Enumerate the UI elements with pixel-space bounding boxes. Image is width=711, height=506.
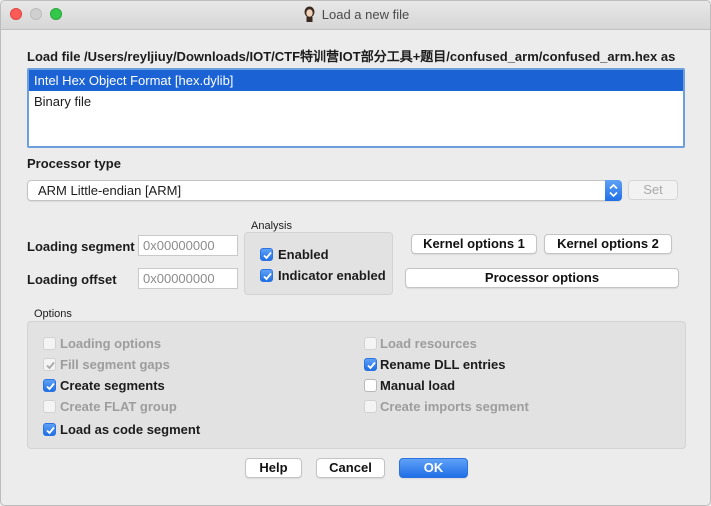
options-group-title: Options bbox=[34, 308, 72, 320]
window-title: Load a new file bbox=[321, 7, 410, 22]
fill-segment-gaps-checkbox[interactable] bbox=[43, 358, 56, 371]
format-item-binary[interactable]: Binary file bbox=[29, 91, 683, 112]
processor-type-select[interactable]: ARM Little-endian [ARM] bbox=[27, 180, 622, 201]
load-file-dialog: Load a new file Load file /Users/reyljiu… bbox=[0, 0, 711, 506]
create-segments-label: Create segments bbox=[60, 378, 165, 393]
create-flat-group-label: Create FLAT group bbox=[60, 399, 177, 414]
analysis-group bbox=[244, 232, 393, 295]
chevron-updown-icon[interactable] bbox=[605, 180, 622, 201]
create-flat-group-checkbox[interactable] bbox=[43, 400, 56, 413]
analysis-enabled-checkbox[interactable] bbox=[260, 248, 273, 261]
manual-load-checkbox[interactable] bbox=[364, 379, 377, 392]
processor-options-button[interactable]: Processor options bbox=[405, 268, 679, 288]
create-imports-segment-checkbox[interactable] bbox=[364, 400, 377, 413]
ok-button[interactable]: OK bbox=[399, 458, 468, 478]
ida-app-icon bbox=[304, 6, 315, 22]
checkmark-icon bbox=[263, 272, 272, 281]
load-as-code-segment-checkbox[interactable] bbox=[43, 423, 56, 436]
load-file-label: Load file /Users/reyljiuy/Downloads/IOT/… bbox=[27, 49, 676, 64]
checkmark-icon bbox=[46, 361, 55, 370]
create-segments-checkbox[interactable] bbox=[43, 379, 56, 392]
analysis-enabled-label: Enabled bbox=[278, 247, 329, 262]
create-imports-segment-label: Create imports segment bbox=[380, 399, 529, 414]
indicator-enabled-checkbox[interactable] bbox=[260, 269, 273, 282]
load-as-code-segment-label: Load as code segment bbox=[60, 422, 201, 437]
processor-type-label: Processor type bbox=[27, 156, 121, 171]
loading-segment-field[interactable]: 0x00000000 bbox=[138, 235, 238, 256]
format-item-intel-hex[interactable]: Intel Hex Object Format [hex.dylib] bbox=[29, 70, 683, 91]
checkmark-icon bbox=[46, 382, 55, 391]
indicator-enabled-label: Indicator enabled bbox=[278, 268, 386, 283]
loading-options-checkbox[interactable] bbox=[43, 337, 56, 350]
checkmark-icon bbox=[263, 251, 272, 260]
fill-segment-gaps-label: Fill segment gaps bbox=[60, 357, 170, 372]
file-format-list[interactable]: Intel Hex Object Format [hex.dylib] Bina… bbox=[27, 68, 685, 148]
set-processor-button[interactable]: Set bbox=[628, 180, 678, 200]
loading-options-label: Loading options bbox=[60, 336, 162, 351]
checkmark-icon bbox=[46, 426, 55, 435]
kernel-options-1-button[interactable]: Kernel options 1 bbox=[411, 234, 537, 254]
manual-load-label: Manual load bbox=[380, 378, 456, 393]
cancel-button[interactable]: Cancel bbox=[316, 458, 385, 478]
rename-dll-entries-label: Rename DLL entries bbox=[380, 357, 506, 372]
kernel-options-2-button[interactable]: Kernel options 2 bbox=[544, 234, 672, 254]
title-bar[interactable]: Load a new file bbox=[1, 1, 710, 30]
rename-dll-entries-checkbox[interactable] bbox=[364, 358, 377, 371]
analysis-group-title: Analysis bbox=[251, 220, 292, 232]
processor-type-value: ARM Little-endian [ARM] bbox=[38, 183, 182, 198]
loading-segment-label: Loading segment bbox=[27, 239, 135, 254]
checkmark-icon bbox=[367, 361, 376, 370]
loading-offset-label: Loading offset bbox=[27, 272, 117, 287]
load-resources-checkbox[interactable] bbox=[364, 337, 377, 350]
help-button[interactable]: Help bbox=[245, 458, 302, 478]
loading-offset-field[interactable]: 0x00000000 bbox=[138, 268, 238, 289]
load-resources-label: Load resources bbox=[380, 336, 477, 351]
